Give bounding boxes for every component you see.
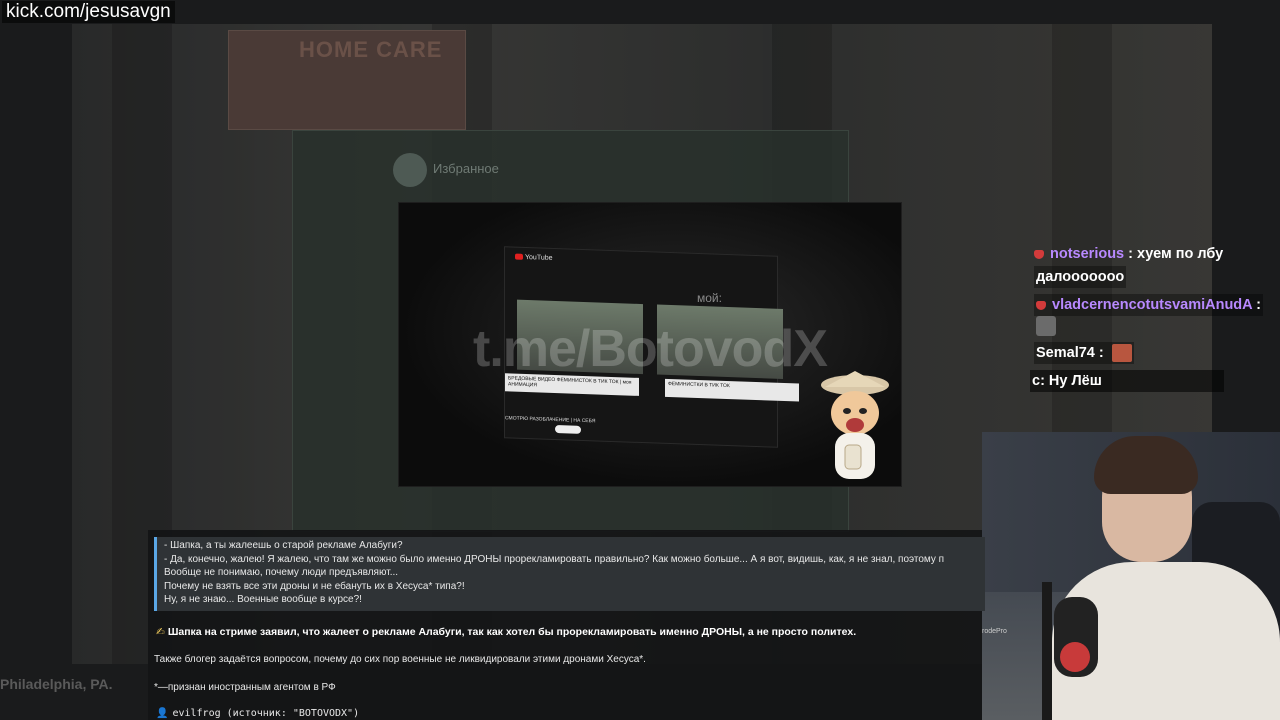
news-paragraph: Также блогер задаётся вопросом, почему д… <box>154 654 646 665</box>
chat-message: vladcernencotutsvamiAnudA : <box>1034 294 1263 316</box>
mic-logo-icon <box>1060 642 1090 672</box>
chat-text: хуем по лбу <box>1137 246 1224 262</box>
quote-line: - Шапка, а ты жалеешь о старой рекламе А… <box>164 540 403 551</box>
chat-username[interactable]: Semal74 <box>1036 345 1095 361</box>
quote-line: Вообще не понимаю, почему люди предъявля… <box>164 567 399 579</box>
chat-text: далооооооо <box>1036 269 1125 285</box>
chat-separator: : <box>1252 297 1261 313</box>
chat-emote-icon <box>1036 316 1056 336</box>
background-window-avatar <box>393 153 427 187</box>
quote-line: Ну, я не знаю... Военные вообще в курсе?… <box>164 594 362 606</box>
news-post: - Шапка, а ты жалеешь о старой рекламе А… <box>148 530 985 720</box>
quote-line: - Да, конечно, жалею! Я жалею, что там ж… <box>164 553 945 565</box>
chat-username[interactable]: notserious <box>1050 246 1124 262</box>
chat-separator: : <box>1094 345 1108 361</box>
youtube-logo: YouTube <box>515 254 553 262</box>
background-city-label: Philadelphia, PA. <box>0 676 113 692</box>
stream-url[interactable]: kick.com/jesusavgn <box>2 1 175 23</box>
background-sign: HOME CARE <box>228 30 466 130</box>
chat-message: Semal74 : <box>1034 342 1134 364</box>
pin-icon: ✍ <box>156 626 165 638</box>
cat-sticker-icon <box>821 371 889 479</box>
quote-block: - Шапка, а ты жалеешь о старой рекламе А… <box>154 537 985 611</box>
chat-text: с: Ну Лёш <box>1032 373 1102 389</box>
overlay-word: мой: <box>697 291 722 305</box>
watermark-text: t.me/BotovodX <box>473 320 828 378</box>
background-sign-text: HOME CARE <box>299 37 443 62</box>
chat-message: с: Ну Лёш <box>1030 370 1224 392</box>
mic-cable-label: rodePro <box>982 628 1007 635</box>
news-source-text[interactable]: evilfrog (источник: "BOTOVODX") <box>172 708 359 719</box>
heart-badge-icon <box>1036 300 1046 310</box>
subscribe-button <box>555 424 581 434</box>
quote-line: Почему не взять все эти дроны и не ебану… <box>164 580 465 592</box>
streamer-hair <box>1094 436 1198 494</box>
streamer-webcam: rodePro <box>982 432 1280 720</box>
news-footnote: *—признан иностранным агентом в РФ <box>154 682 336 693</box>
background-window-title: Избранное <box>433 161 499 176</box>
chat-message: notserious : хуем по лбу <box>1034 243 1223 265</box>
mic-arm <box>1042 582 1052 720</box>
chat-message: далооооооо <box>1034 266 1127 288</box>
chat-separator: : <box>1124 246 1138 262</box>
user-icon: 👤 <box>156 708 169 719</box>
chat-emote-icon <box>1111 344 1132 363</box>
chat-username[interactable]: vladcernencotutsvamiAnudA <box>1052 297 1252 313</box>
news-headline: ✍ Шапка на стриме заявил, что жалеет о ре… <box>156 626 856 638</box>
video-panel[interactable]: YouTube БРЕДОВЫЕ ВИДЕО ФЕМИНИСТОК В ТИК … <box>398 202 902 487</box>
news-headline-text: Шапка на стриме заявил, что жалеет о рек… <box>167 626 857 638</box>
heart-badge-icon <box>1034 249 1044 259</box>
video-caption: ФЕМИНИСТКИ В ТИК ТОК <box>665 378 799 402</box>
news-source: 👤 evilfrog (источник: "BOTOVODX") <box>156 708 359 719</box>
live-chat: notserious : хуем по лбу далооооооо vlad… <box>1030 240 1280 396</box>
video-bottom-title: СМОТРЮ РАЗОБЛАЧЕНИЕ | НА СЕБЯ <box>505 415 596 425</box>
